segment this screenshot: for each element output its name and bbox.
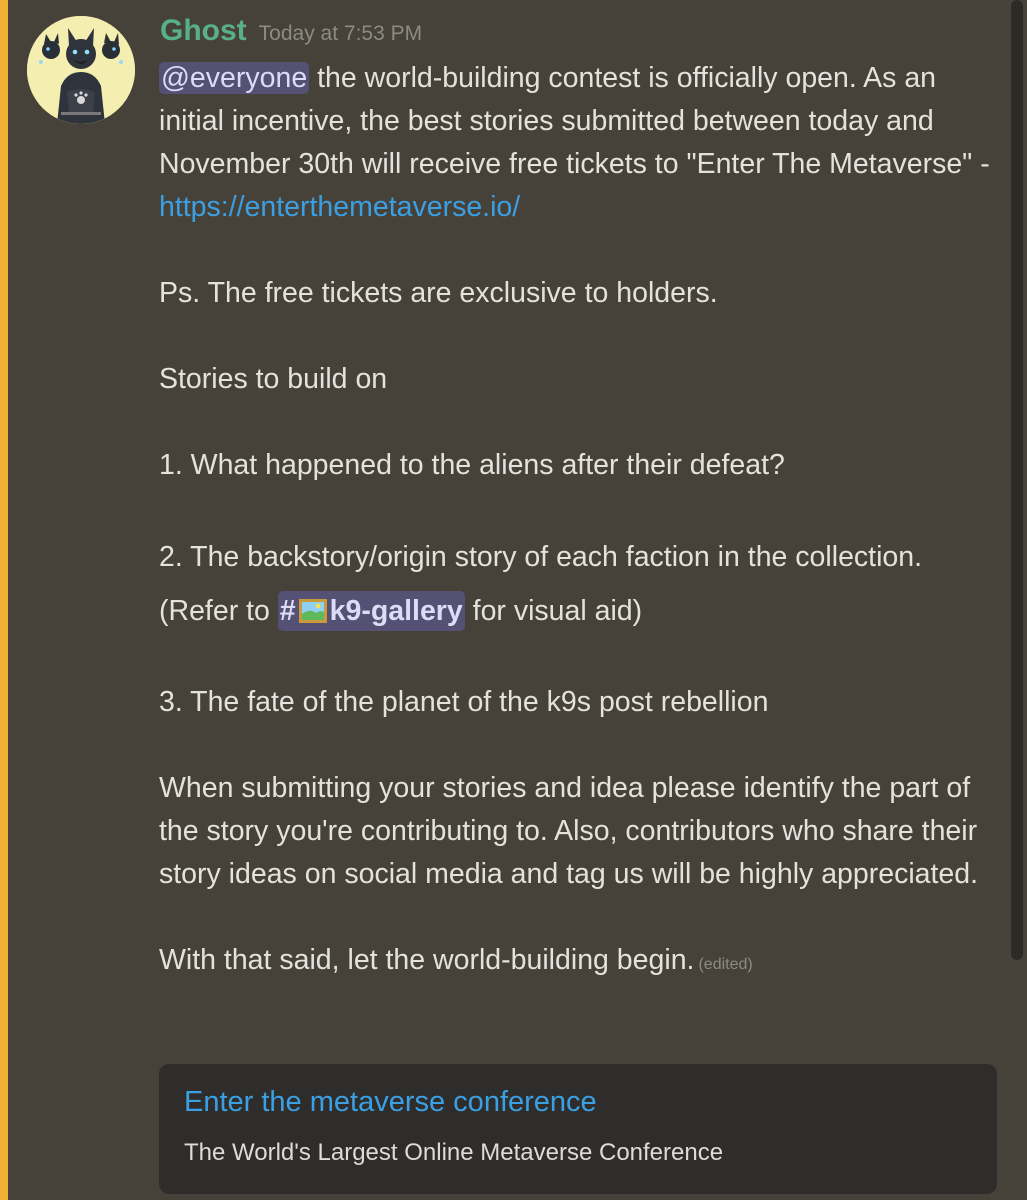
story-item-2: 2. The backstory/origin story of each fa…	[159, 530, 999, 638]
closing-paragraph: With that said, let the world-building b…	[159, 939, 999, 986]
embed-title[interactable]: Enter the metaverse conference	[184, 1080, 972, 1124]
username[interactable]: Ghost	[160, 14, 247, 48]
avatar[interactable]	[27, 16, 135, 124]
instructions-paragraph: When submitting your stories and idea pl…	[159, 772, 979, 890]
intro-paragraph: @everyone the world-building contest is …	[159, 57, 999, 229]
story-item-3: 3. The fate of the planet of the k9s pos…	[159, 686, 769, 718]
framed-picture-icon	[298, 599, 327, 623]
link-embed: Enter the metaverse conference The World…	[159, 1064, 997, 1194]
channel-hash: #	[279, 595, 296, 627]
edited-label[interactable]: (edited)	[698, 956, 752, 973]
everyone-mention[interactable]: @everyone	[159, 62, 310, 94]
channel-mention-k9-gallery[interactable]: # k9-gallery	[277, 591, 465, 631]
ps-text: Ps. The free tickets are exclusive to ho…	[159, 277, 718, 309]
closing-text: With that said, let the world-building b…	[159, 944, 695, 976]
embed-description: The World's Largest Online Metaverse Con…	[184, 1139, 724, 1166]
message-container: Ghost Today at 7:53 PM @everyone the wor…	[0, 0, 1027, 1200]
message-header: Ghost Today at 7:53 PM	[160, 14, 422, 54]
scrollbar[interactable]	[1011, 0, 1023, 960]
story-item-1: 1. What happened to the aliens after the…	[159, 449, 785, 481]
metaverse-link[interactable]: https://enterthemetaverse.io/	[159, 191, 520, 223]
timestamp[interactable]: Today at 7:53 PM	[259, 22, 422, 46]
message-content: @everyone the world-building contest is …	[159, 57, 999, 986]
stories-heading: Stories to build on	[159, 363, 388, 395]
wolf-avatar-icon	[27, 16, 135, 124]
story-item-2-suffix: for visual aid)	[464, 595, 643, 627]
mention-highlight-bar	[0, 0, 8, 1200]
channel-name: k9-gallery	[329, 595, 463, 627]
